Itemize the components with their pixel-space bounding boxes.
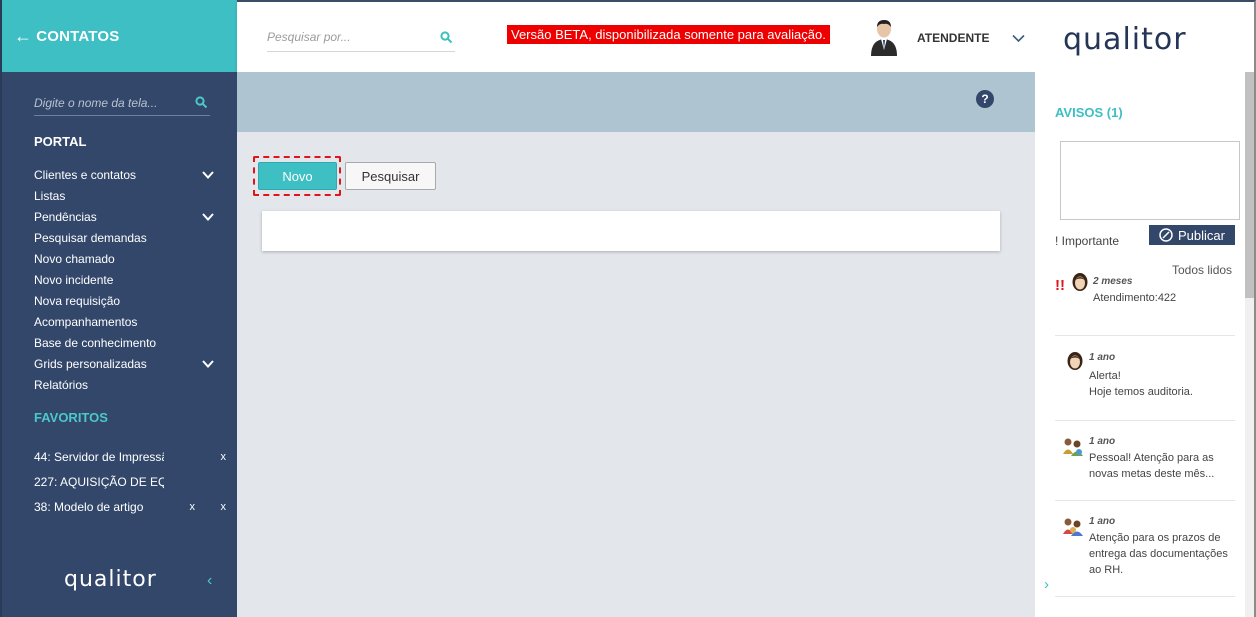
favorite-label: 38: Modelo de artigo xyxy=(34,499,144,514)
favorite-remove-button[interactable]: x xyxy=(195,501,227,513)
menu-item-label: Relatórios xyxy=(34,377,89,392)
chevron-down-icon[interactable] xyxy=(202,211,214,223)
publish-button[interactable]: Publicar xyxy=(1149,225,1235,245)
expand-panel-button[interactable]: › xyxy=(1044,576,1049,593)
favorite-remove-button[interactable]: x xyxy=(195,451,227,463)
notice-textarea[interactable] xyxy=(1060,141,1240,220)
main-toolbar-band xyxy=(237,72,1035,132)
top-search xyxy=(267,25,455,52)
menu-item[interactable]: Grids personalizadas xyxy=(34,353,214,374)
favorite-label: 44: Servidor de Impressão ... xyxy=(34,449,164,464)
menu-item[interactable]: Listas xyxy=(34,185,214,206)
sidebar-back-button[interactable]: ← CONTATOS xyxy=(2,0,237,72)
portal-menu: Clientes e contatos Listas Pendências Pe… xyxy=(34,164,214,395)
favorites-list: 44: Servidor de Impressão ... x 227: AQU… xyxy=(34,444,226,519)
group-icon xyxy=(1063,438,1083,456)
favorites-heading: FAVORITOS xyxy=(34,410,108,425)
scrollbar-thumb[interactable] xyxy=(1245,72,1254,298)
user-avatar-icon[interactable] xyxy=(869,18,899,56)
search-icon[interactable] xyxy=(195,96,208,109)
menu-item[interactable]: Pendências xyxy=(34,206,214,227)
screen-search-input[interactable] xyxy=(34,92,184,114)
favorite-item[interactable]: 227: AQUISIÇÃO DE EQUIPAME... xyxy=(34,469,226,494)
menu-item-label: Clientes e contatos xyxy=(34,167,137,182)
sidebar: ← CONTATOS PORTAL Clientes e contatos Li… xyxy=(0,0,237,617)
new-button[interactable]: Novo xyxy=(258,162,337,190)
menu-item-label: Acompanhamentos xyxy=(34,314,138,329)
menu-item[interactable]: Pesquisar demandas xyxy=(34,227,214,248)
notice-item[interactable]: !! 2 meses Atendimento:422 xyxy=(1055,268,1235,336)
user-name[interactable]: ATENDENTE xyxy=(917,31,989,45)
menu-item-label: Pendências xyxy=(34,209,97,224)
menu-item-label: Grids personalizadas xyxy=(34,356,147,371)
female-avatar-icon xyxy=(1072,273,1088,291)
chevron-down-icon[interactable] xyxy=(202,358,214,370)
sidebar-title: CONTATOS xyxy=(36,27,120,45)
notice-item[interactable]: 1 ano Pessoal! Atenção para as novas met… xyxy=(1055,421,1235,501)
notice-text: Atendimento:422 xyxy=(1093,292,1177,304)
publish-label: Publicar xyxy=(1178,227,1225,243)
notice-time: 1 ano xyxy=(1089,516,1116,527)
chevron-down-icon[interactable] xyxy=(202,169,214,181)
favorite-label: 227: AQUISIÇÃO DE EQUIPAME... xyxy=(34,474,164,489)
sidebar-logo: qualitor xyxy=(64,567,157,592)
beta-notice: Versão BETA, disponibilizada somente par… xyxy=(507,25,830,44)
side-search xyxy=(34,92,210,116)
link-icon xyxy=(1159,228,1173,242)
menu-item-label: Novo incidente xyxy=(34,272,114,287)
brand-logo: qualitor xyxy=(1063,22,1187,57)
notices-title: AVISOS (1) xyxy=(1055,105,1123,120)
female-avatar-icon xyxy=(1067,352,1083,370)
menu-item[interactable]: Nova requisição xyxy=(34,290,214,311)
collapse-sidebar-button[interactable]: ‹ xyxy=(207,572,212,590)
group-icon xyxy=(1063,518,1083,536)
notice-item[interactable]: 1 ano Atenção para os prazos de entrega … xyxy=(1055,501,1235,597)
menu-item-label: Pesquisar demandas xyxy=(34,230,147,245)
notices-scrollbar[interactable] xyxy=(1245,72,1254,617)
menu-item[interactable]: Novo chamado xyxy=(34,248,214,269)
arrow-left-icon: ← xyxy=(14,25,33,46)
menu-item-label: Nova requisição xyxy=(34,293,121,308)
menu-item[interactable]: Clientes e contatos xyxy=(34,164,214,185)
important-toggle[interactable]: ! Importante xyxy=(1055,234,1119,248)
help-icon[interactable]: ? xyxy=(976,90,994,108)
favorite-item[interactable]: 38: Modelo de artigo x x xyxy=(34,494,226,519)
notice-time: 2 meses xyxy=(1093,276,1133,287)
menu-item[interactable]: Base de conhecimento xyxy=(34,332,214,353)
favorite-remove-button[interactable]: x xyxy=(164,501,196,513)
menu-item-label: Listas xyxy=(34,188,66,203)
important-flag: !! xyxy=(1055,277,1065,294)
content-panel xyxy=(262,211,1000,251)
notice-text: Atenção para os prazos de entrega das do… xyxy=(1089,532,1228,576)
menu-item-label: Base de conhecimento xyxy=(34,335,157,350)
notices-panel: AVISOS (1) ! Importante Publicar Todos l… xyxy=(1035,72,1256,617)
notice-time: 1 ano xyxy=(1089,436,1116,447)
menu-item[interactable]: Novo incidente xyxy=(34,269,214,290)
search-icon[interactable] xyxy=(440,31,453,44)
notice-time: 1 ano xyxy=(1089,352,1116,363)
notice-text: Alerta! Hoje temos auditoria. xyxy=(1089,370,1193,398)
top-header: Versão BETA, disponibilizada somente par… xyxy=(237,0,1256,72)
menu-item[interactable]: Relatórios xyxy=(34,374,214,395)
notice-text: Pessoal! Atenção para as novas metas des… xyxy=(1089,452,1215,480)
menu-item-label: Novo chamado xyxy=(34,251,115,266)
chevron-down-icon[interactable] xyxy=(1012,32,1025,45)
search-button[interactable]: Pesquisar xyxy=(345,162,436,190)
notice-item[interactable]: 1 ano Alerta! Hoje temos auditoria. xyxy=(1055,336,1235,421)
portal-heading: PORTAL xyxy=(34,134,87,149)
global-search-input[interactable] xyxy=(267,25,427,49)
menu-item[interactable]: Acompanhamentos xyxy=(34,311,214,332)
favorite-item[interactable]: 44: Servidor de Impressão ... x xyxy=(34,444,226,469)
